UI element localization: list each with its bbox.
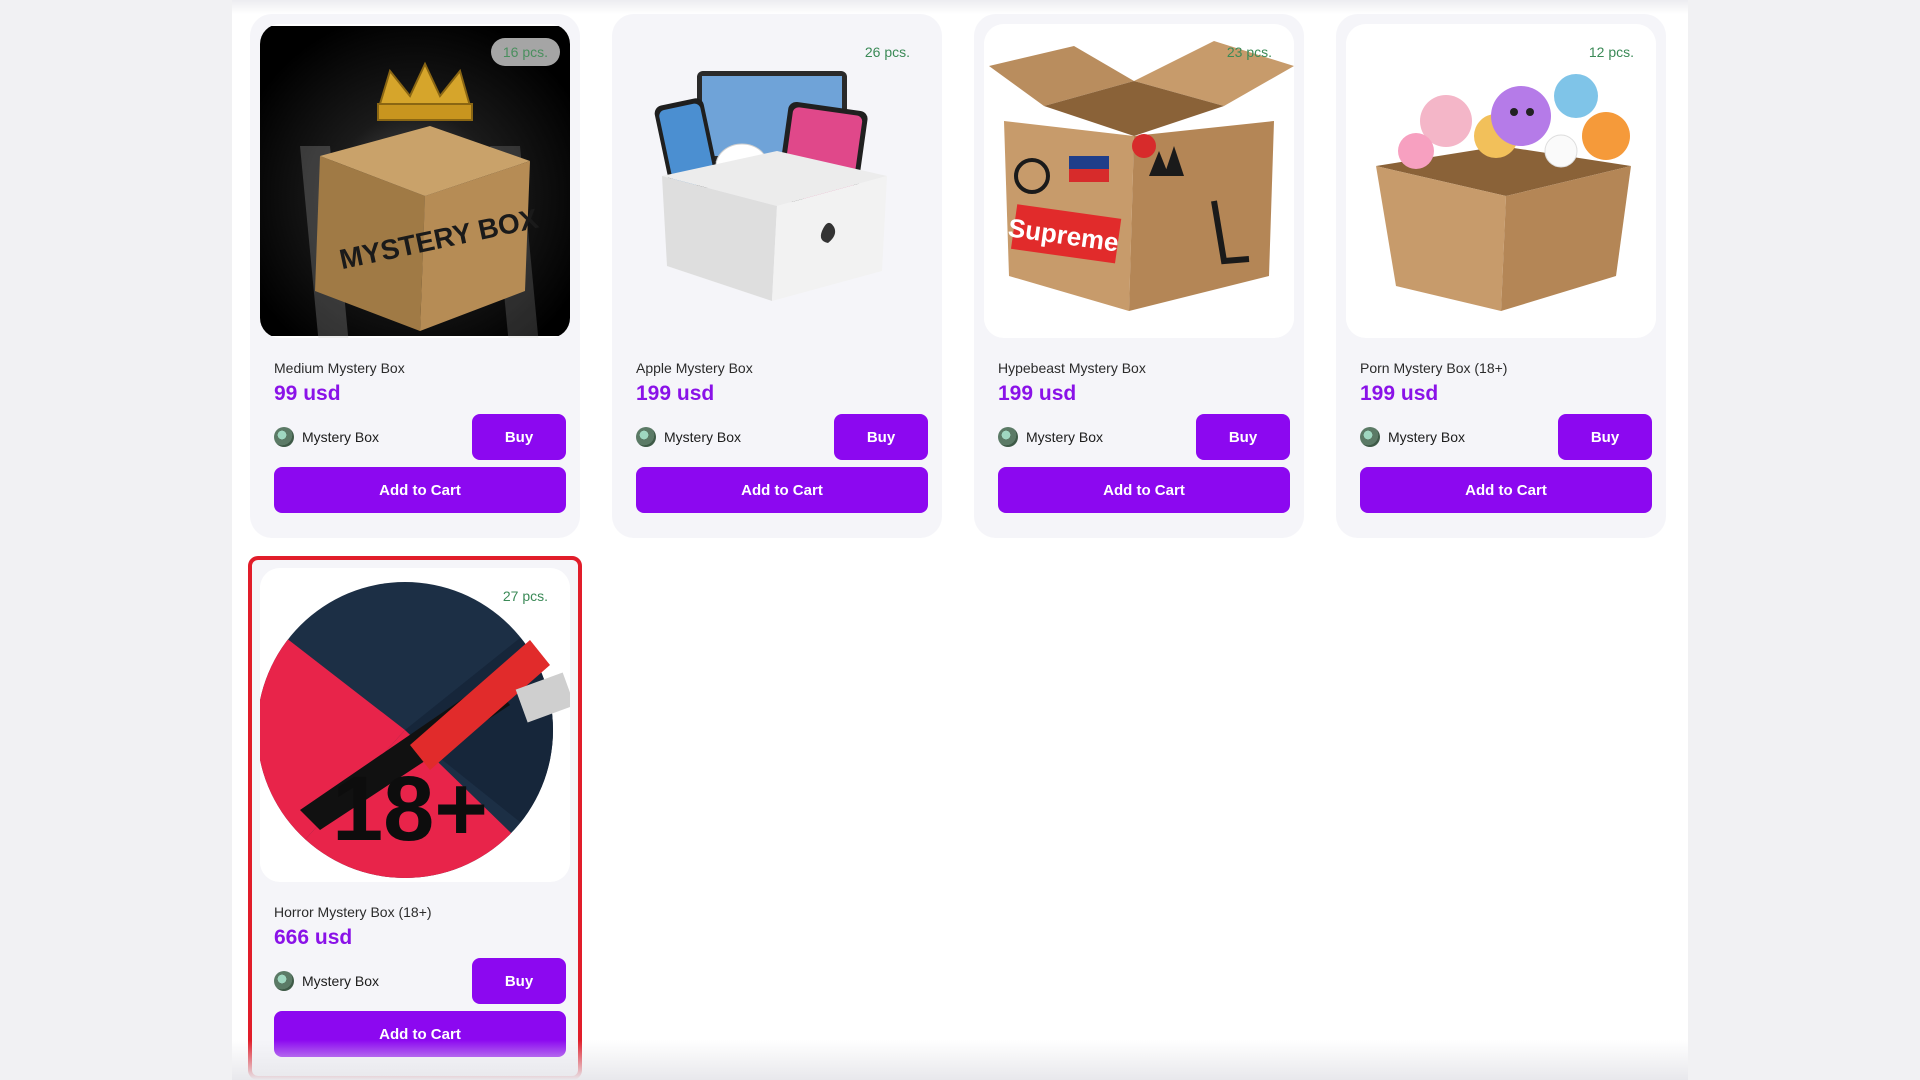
seller-avatar — [274, 427, 294, 447]
product-grid: MYSTERY BOX 16 pcs. Medium Mystery Box 9… — [248, 14, 1666, 1080]
product-card[interactable]: 12 pcs. Porn Mystery Box (18+) 199 usd M… — [1336, 14, 1666, 538]
product-image[interactable]: 12 pcs. — [1346, 24, 1656, 338]
product-price: 199 usd — [998, 382, 1077, 405]
product-card-highlighted[interactable]: 18+ 27 pcs. Horror Mystery Box (18+) 666… — [248, 556, 582, 1080]
product-name[interactable]: Porn Mystery Box (18+) — [1360, 360, 1656, 376]
seller[interactable]: Mystery Box — [998, 427, 1103, 447]
squishy-toys-box-icon — [1346, 26, 1656, 336]
store-page: MYSTERY BOX 16 pcs. Medium Mystery Box 9… — [232, 0, 1688, 1080]
product-price: 199 usd — [1360, 382, 1439, 405]
product-name[interactable]: Medium Mystery Box — [274, 360, 570, 376]
buy-button[interactable]: Buy — [472, 414, 566, 460]
add-to-cart-button[interactable]: Add to Cart — [274, 467, 566, 513]
seller-name: Mystery Box — [302, 429, 380, 445]
seller-name: Mystery Box — [664, 429, 742, 445]
stock-badge: 26 pcs. — [864, 44, 910, 60]
seller-avatar — [274, 971, 294, 991]
seller-avatar — [998, 427, 1018, 447]
top-shadow — [232, 0, 1688, 14]
buy-button[interactable]: Buy — [1558, 414, 1652, 460]
seller-name: Mystery Box — [1026, 429, 1104, 445]
add-to-cart-button[interactable]: Add to Cart — [998, 467, 1290, 513]
seller[interactable]: Mystery Box — [274, 427, 379, 447]
stock-badge: 27 pcs. — [502, 588, 548, 604]
product-name[interactable]: Apple Mystery Box — [636, 360, 932, 376]
add-to-cart-button[interactable]: Add to Cart — [274, 1011, 566, 1057]
seller-avatar — [636, 427, 656, 447]
product-image[interactable]: Supreme 23 pcs. — [984, 24, 1294, 338]
buy-button[interactable]: Buy — [1196, 414, 1290, 460]
apple-devices-box-icon — [622, 26, 932, 336]
product-card[interactable]: MYSTERY BOX 16 pcs. Medium Mystery Box 9… — [250, 14, 580, 538]
seller-avatar — [1360, 427, 1380, 447]
seller[interactable]: Mystery Box — [636, 427, 741, 447]
brand-logos-box-icon: Supreme — [984, 26, 1294, 336]
seller[interactable]: Mystery Box — [274, 971, 379, 991]
stock-badge: 23 pcs. — [1226, 44, 1272, 60]
product-price: 99 usd — [274, 382, 341, 405]
knife-18plus-icon: 18+ — [260, 570, 570, 880]
product-name[interactable]: Hypebeast Mystery Box — [998, 360, 1294, 376]
stock-badge: 12 pcs. — [1588, 44, 1634, 60]
mystery-box-crown-icon: MYSTERY BOX — [260, 26, 570, 338]
product-image[interactable]: 18+ 27 pcs. — [260, 568, 570, 882]
product-name[interactable]: Horror Mystery Box (18+) — [274, 904, 570, 920]
product-price: 199 usd — [636, 382, 715, 405]
age-label: 18+ — [332, 758, 488, 860]
stock-badge: 16 pcs. — [490, 38, 560, 66]
seller-name: Mystery Box — [1388, 429, 1466, 445]
add-to-cart-button[interactable]: Add to Cart — [1360, 467, 1652, 513]
add-to-cart-button[interactable]: Add to Cart — [636, 467, 928, 513]
product-image[interactable]: MYSTERY BOX 16 pcs. — [260, 24, 570, 338]
product-image[interactable]: 26 pcs. — [622, 24, 932, 338]
buy-button[interactable]: Buy — [472, 958, 566, 1004]
seller-name: Mystery Box — [302, 973, 380, 989]
product-card[interactable]: 26 pcs. Apple Mystery Box 199 usd Myster… — [612, 14, 942, 538]
product-card[interactable]: Supreme 23 pcs. Hypebeast Mystery Box 19… — [974, 14, 1304, 538]
product-price: 666 usd — [274, 926, 353, 949]
seller[interactable]: Mystery Box — [1360, 427, 1465, 447]
buy-button[interactable]: Buy — [834, 414, 928, 460]
